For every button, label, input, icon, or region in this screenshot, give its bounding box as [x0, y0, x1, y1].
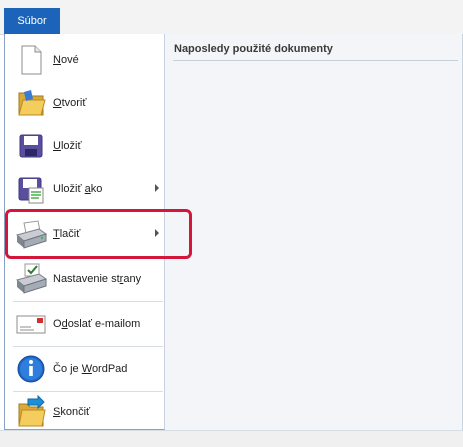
save-as-icon [18, 177, 44, 204]
file-tab[interactable]: Súbor [4, 8, 60, 34]
menu-item-label: Uložiť [53, 140, 82, 152]
menu-item-new[interactable]: Nové [11, 40, 159, 80]
menu-item-label: Skončiť [53, 406, 91, 418]
ribbon-bar: Súbor [0, 0, 463, 35]
menu-item-about-wordpad[interactable]: Čo je WordPad [11, 349, 159, 389]
menu-item-label: Otvoriť [53, 97, 87, 109]
menu-item-label: Nastavenie strany [53, 273, 142, 285]
menu-separator [13, 346, 163, 347]
menu-item-save-as[interactable]: Uložiť ako [11, 169, 159, 209]
menu-footer [0, 430, 463, 447]
save-disk-icon [19, 134, 43, 158]
open-folder-icon [18, 90, 46, 116]
exit-icon [18, 395, 46, 427]
new-document-icon [21, 45, 42, 75]
menu-item-open[interactable]: Otvoriť [11, 83, 159, 123]
menu-item-send-email[interactable]: Odoslať e-mailom [11, 304, 159, 344]
page-setup-icon [15, 263, 48, 294]
recent-documents-title: Naposledy použité dokumenty [174, 43, 333, 55]
menu-item-label: Uložiť ako [53, 183, 103, 195]
wordpad-window: Súbor Nové Otvoriť Uložiť Uložiť ako Tla… [0, 0, 463, 447]
menu-separator [13, 301, 163, 302]
recent-documents-divider [173, 60, 458, 61]
print-highlight-frame [5, 209, 192, 259]
submenu-arrow-icon [155, 184, 159, 192]
recent-documents-panel: Naposledy použité dokumenty [165, 34, 463, 430]
menu-item-save[interactable]: Uložiť [11, 126, 159, 166]
info-icon [17, 355, 45, 383]
email-icon [16, 315, 46, 334]
menu-item-label: Odoslať e-mailom [53, 318, 141, 330]
menu-item-label: Nové [53, 54, 79, 66]
menu-item-exit[interactable]: Skončiť [11, 392, 159, 432]
menu-item-page-setup[interactable]: Nastavenie strany [11, 259, 159, 299]
menu-item-label: Čo je WordPad [53, 363, 128, 375]
